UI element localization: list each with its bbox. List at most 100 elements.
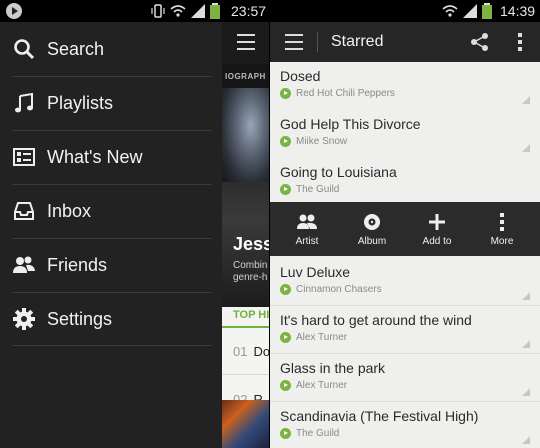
track-row[interactable]: Glass in the park Alex Turner: [270, 354, 540, 402]
menu-hamburger-icon[interactable]: [285, 34, 303, 50]
gear-icon: [12, 307, 36, 331]
top-hit-row[interactable]: 01 Do: [233, 344, 270, 359]
background-app-content: IOGRAPH Jess Combin genre-h TOP HI 01 Do …: [222, 22, 270, 448]
more-button[interactable]: More: [470, 202, 534, 256]
track-context-actions: Artist Album Add to More: [270, 202, 540, 256]
artist-name: Jess: [233, 234, 270, 254]
status-bar: 14:39: [270, 0, 540, 22]
track-row[interactable]: Luv Deluxe Cinnamon Chasers: [270, 258, 540, 306]
menu-item-label: Search: [47, 38, 105, 59]
status-time: 14:39: [500, 3, 536, 19]
album-button[interactable]: Album: [340, 202, 404, 256]
menu-item-playlists[interactable]: Playlists: [0, 76, 222, 130]
play-indicator-icon: [280, 136, 291, 147]
more-vertical-icon: [470, 212, 534, 232]
play-indicator-icon: [280, 184, 291, 195]
menu-item-friends[interactable]: Friends: [0, 238, 222, 292]
album-button-label: Album: [357, 236, 387, 247]
menu-item-inbox[interactable]: Inbox: [0, 184, 222, 238]
top-hits-underline: [222, 326, 270, 328]
plus-icon: [405, 212, 469, 232]
divider: [12, 345, 212, 346]
status-bar: 23:57: [0, 0, 270, 22]
menu-item-label: Settings: [47, 308, 113, 329]
track-row[interactable]: It's hard to get around the wind Alex Tu…: [270, 306, 540, 354]
action-bar: Starred: [270, 22, 540, 62]
artist-button-label: Artist: [295, 236, 319, 247]
add-to-button-label: Add to: [422, 236, 452, 247]
menu-item-label: What's New: [47, 146, 143, 167]
background-app-toolbar: [222, 22, 270, 64]
wifi-icon: [170, 5, 186, 17]
page-title: Starred: [331, 33, 384, 50]
track-row[interactable]: Scandinavia (The Festival High) The Guil…: [270, 402, 540, 448]
track-title: Going to Louisiana: [280, 164, 397, 180]
signal-icon: [191, 4, 205, 18]
row-title: Do: [253, 344, 270, 359]
top-hits-label: TOP HI: [233, 309, 270, 321]
tab-biography[interactable]: IOGRAPH: [222, 64, 270, 88]
friends-icon: [12, 253, 36, 277]
play-notification-icon: [6, 3, 22, 19]
inbox-icon: [12, 199, 36, 223]
context-menu-corner-icon[interactable]: [522, 340, 530, 348]
divider: [222, 374, 270, 375]
artist-description: Combin genre-h: [233, 260, 267, 284]
news-icon: [12, 145, 36, 169]
album-art: [222, 400, 270, 448]
menu-item-label: Inbox: [47, 200, 92, 221]
artist-description-line: Combin: [233, 260, 268, 271]
share-icon[interactable]: [470, 32, 490, 57]
row-number: 01: [233, 344, 248, 359]
album-icon: [340, 212, 404, 232]
artist-photo: [222, 88, 270, 182]
context-menu-corner-icon[interactable]: [522, 436, 530, 444]
track-title: Dosed: [280, 68, 321, 84]
artist-icon: [275, 212, 339, 232]
track-artist: Alex Turner: [296, 380, 348, 391]
context-menu-corner-icon[interactable]: [522, 292, 530, 300]
track-title: It's hard to get around the wind: [280, 312, 472, 328]
track-title: Luv Deluxe: [280, 264, 351, 280]
artist-button[interactable]: Artist: [275, 202, 339, 256]
track-title: Glass in the park: [280, 360, 386, 376]
track-row[interactable]: God Help This Divorce Miike Snow: [270, 110, 540, 158]
play-indicator-icon: [280, 428, 291, 439]
play-indicator-icon: [280, 88, 291, 99]
left-phone-screen: 23:57 Search Playlists What's New Inbox …: [0, 0, 270, 448]
search-icon: [12, 37, 36, 61]
play-indicator-icon: [280, 332, 291, 343]
track-title: Scandinavia (The Festival High): [280, 408, 479, 424]
track-row[interactable]: Dosed Red Hot Chili Peppers: [270, 62, 540, 110]
more-button-label: More: [490, 236, 514, 247]
music-note-icon: [12, 91, 36, 115]
track-artist: Red Hot Chili Peppers: [296, 88, 395, 99]
battery-icon: [210, 3, 220, 19]
menu-hamburger-icon[interactable]: [237, 34, 255, 50]
vibrate-icon: [151, 4, 165, 18]
track-artist: Alex Turner: [296, 332, 348, 343]
add-to-button[interactable]: Add to: [405, 202, 469, 256]
status-time: 23:57: [231, 3, 267, 19]
track-artist: The Guild: [296, 184, 340, 195]
track-artist: Miike Snow: [296, 136, 348, 147]
context-menu-corner-icon[interactable]: [522, 144, 530, 152]
context-menu-corner-icon[interactable]: [522, 388, 530, 396]
menu-item-whats-new[interactable]: What's New: [0, 130, 222, 184]
menu-item-label: Playlists: [47, 92, 114, 113]
signal-icon: [463, 4, 477, 18]
overflow-menu-icon[interactable]: [517, 33, 523, 51]
track-artist: The Guild: [296, 428, 340, 439]
navigation-drawer: Search Playlists What's New Inbox Friend…: [0, 22, 222, 448]
divider: [317, 32, 318, 52]
context-menu-corner-icon[interactable]: [522, 96, 530, 104]
menu-item-search[interactable]: Search: [0, 22, 222, 76]
track-title: God Help This Divorce: [280, 116, 421, 132]
track-row[interactable]: Going to Louisiana The Guild: [270, 158, 540, 206]
play-indicator-icon: [280, 284, 291, 295]
right-phone-screen: 14:39 Starred Dosed Red Hot Chili Pepper…: [270, 0, 540, 448]
menu-item-settings[interactable]: Settings: [0, 292, 222, 346]
battery-icon: [482, 3, 492, 19]
play-indicator-icon: [280, 380, 291, 391]
menu-item-label: Friends: [47, 254, 108, 275]
